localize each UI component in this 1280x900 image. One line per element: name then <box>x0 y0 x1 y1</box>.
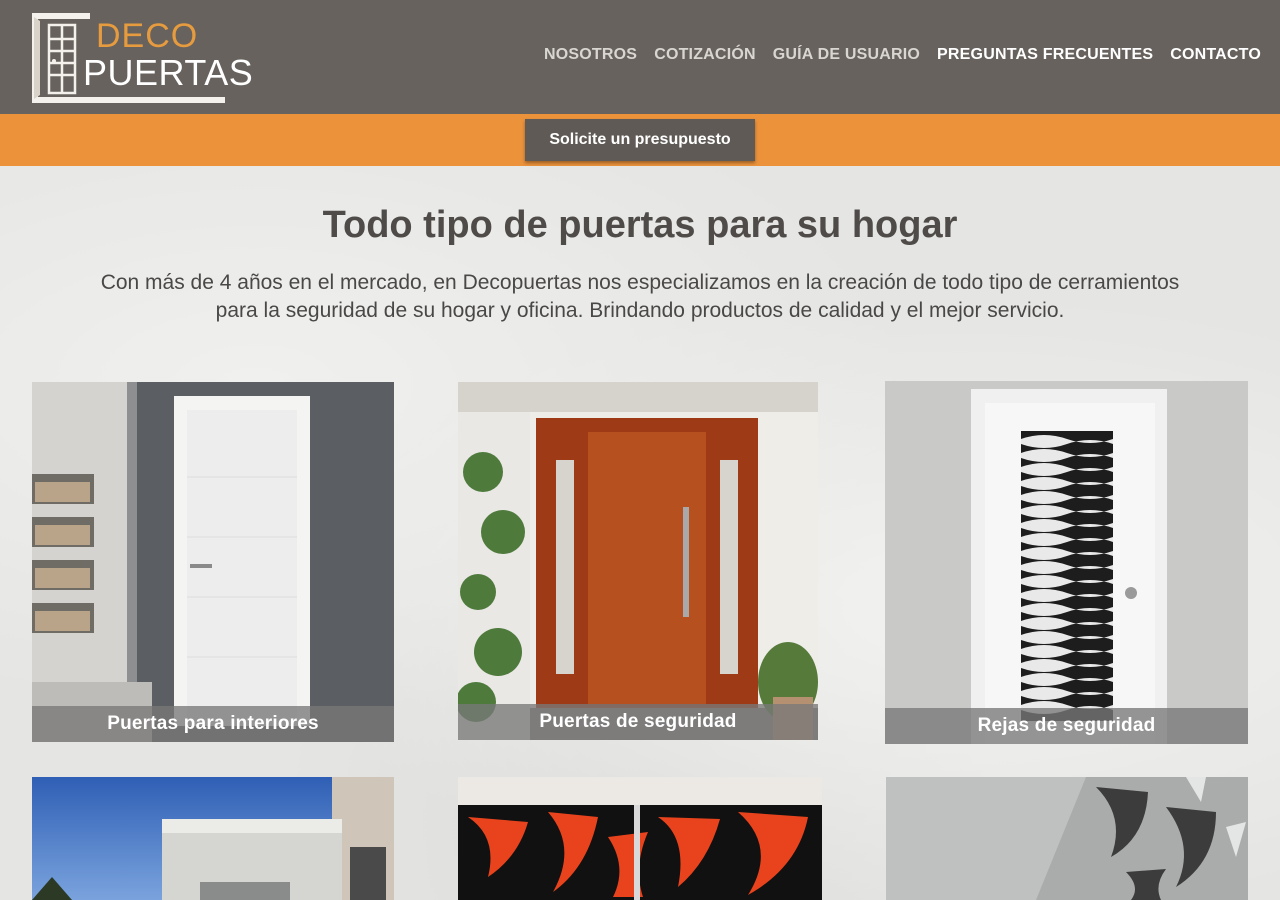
product-card-decorative-panels[interactable] <box>458 777 822 900</box>
page-title: Todo tipo de puertas para su hogar <box>322 204 958 246</box>
nav-guia-de-usuario[interactable]: GUÍA DE USUARIO <box>773 46 920 64</box>
request-quote-button[interactable]: Solicite un presupuesto <box>525 119 755 161</box>
site-header: DECO PUERTAS NOSOTROS COTIZACIÓN GUÍA DE… <box>0 0 1280 114</box>
product-card-house-facade[interactable] <box>32 777 394 900</box>
logo-text-deco: DECO <box>96 17 199 55</box>
security-door-image <box>458 382 818 740</box>
main-nav: NOSOTROS COTIZACIÓN GUÍA DE USUARIO PREG… <box>544 46 1261 64</box>
laser-cut-panel-image <box>886 777 1248 900</box>
nav-nosotros[interactable]: NOSOTROS <box>544 46 637 64</box>
house-facade-image <box>32 777 394 900</box>
decopuertas-logo[interactable]: DECO PUERTAS <box>30 11 253 103</box>
product-caption: Puertas para interiores <box>32 706 394 742</box>
logo-text-puertas: PUERTAS <box>83 52 254 93</box>
security-grille-image <box>885 381 1248 744</box>
product-card-security-grilles[interactable]: Rejas de seguridad <box>885 381 1248 744</box>
decorative-panel-image <box>458 777 822 900</box>
product-caption: Puertas de seguridad <box>458 704 818 740</box>
nav-cotizacion[interactable]: COTIZACIÓN <box>654 46 756 64</box>
intro-line-2: para la seguridad de su hogar y oficina.… <box>215 299 1065 322</box>
product-caption: Rejas de seguridad <box>885 708 1248 744</box>
intro-line-1: Con más de 4 años en el mercado, en Deco… <box>100 271 1180 294</box>
nav-preguntas-frecuentes[interactable]: PREGUNTAS FRECUENTES <box>937 46 1153 64</box>
interior-door-image <box>32 382 394 742</box>
main-content: Todo tipo de puertas para su hogar Con m… <box>0 166 1280 900</box>
nav-contacto[interactable]: CONTACTO <box>1170 46 1261 64</box>
product-card-interior-doors[interactable]: Puertas para interiores <box>32 382 394 742</box>
intro-text: Con más de 4 años en el mercado, en Deco… <box>40 269 1240 325</box>
product-card-security-doors[interactable]: Puertas de seguridad <box>458 382 818 740</box>
product-card-laser-cut-panel[interactable] <box>886 777 1248 900</box>
